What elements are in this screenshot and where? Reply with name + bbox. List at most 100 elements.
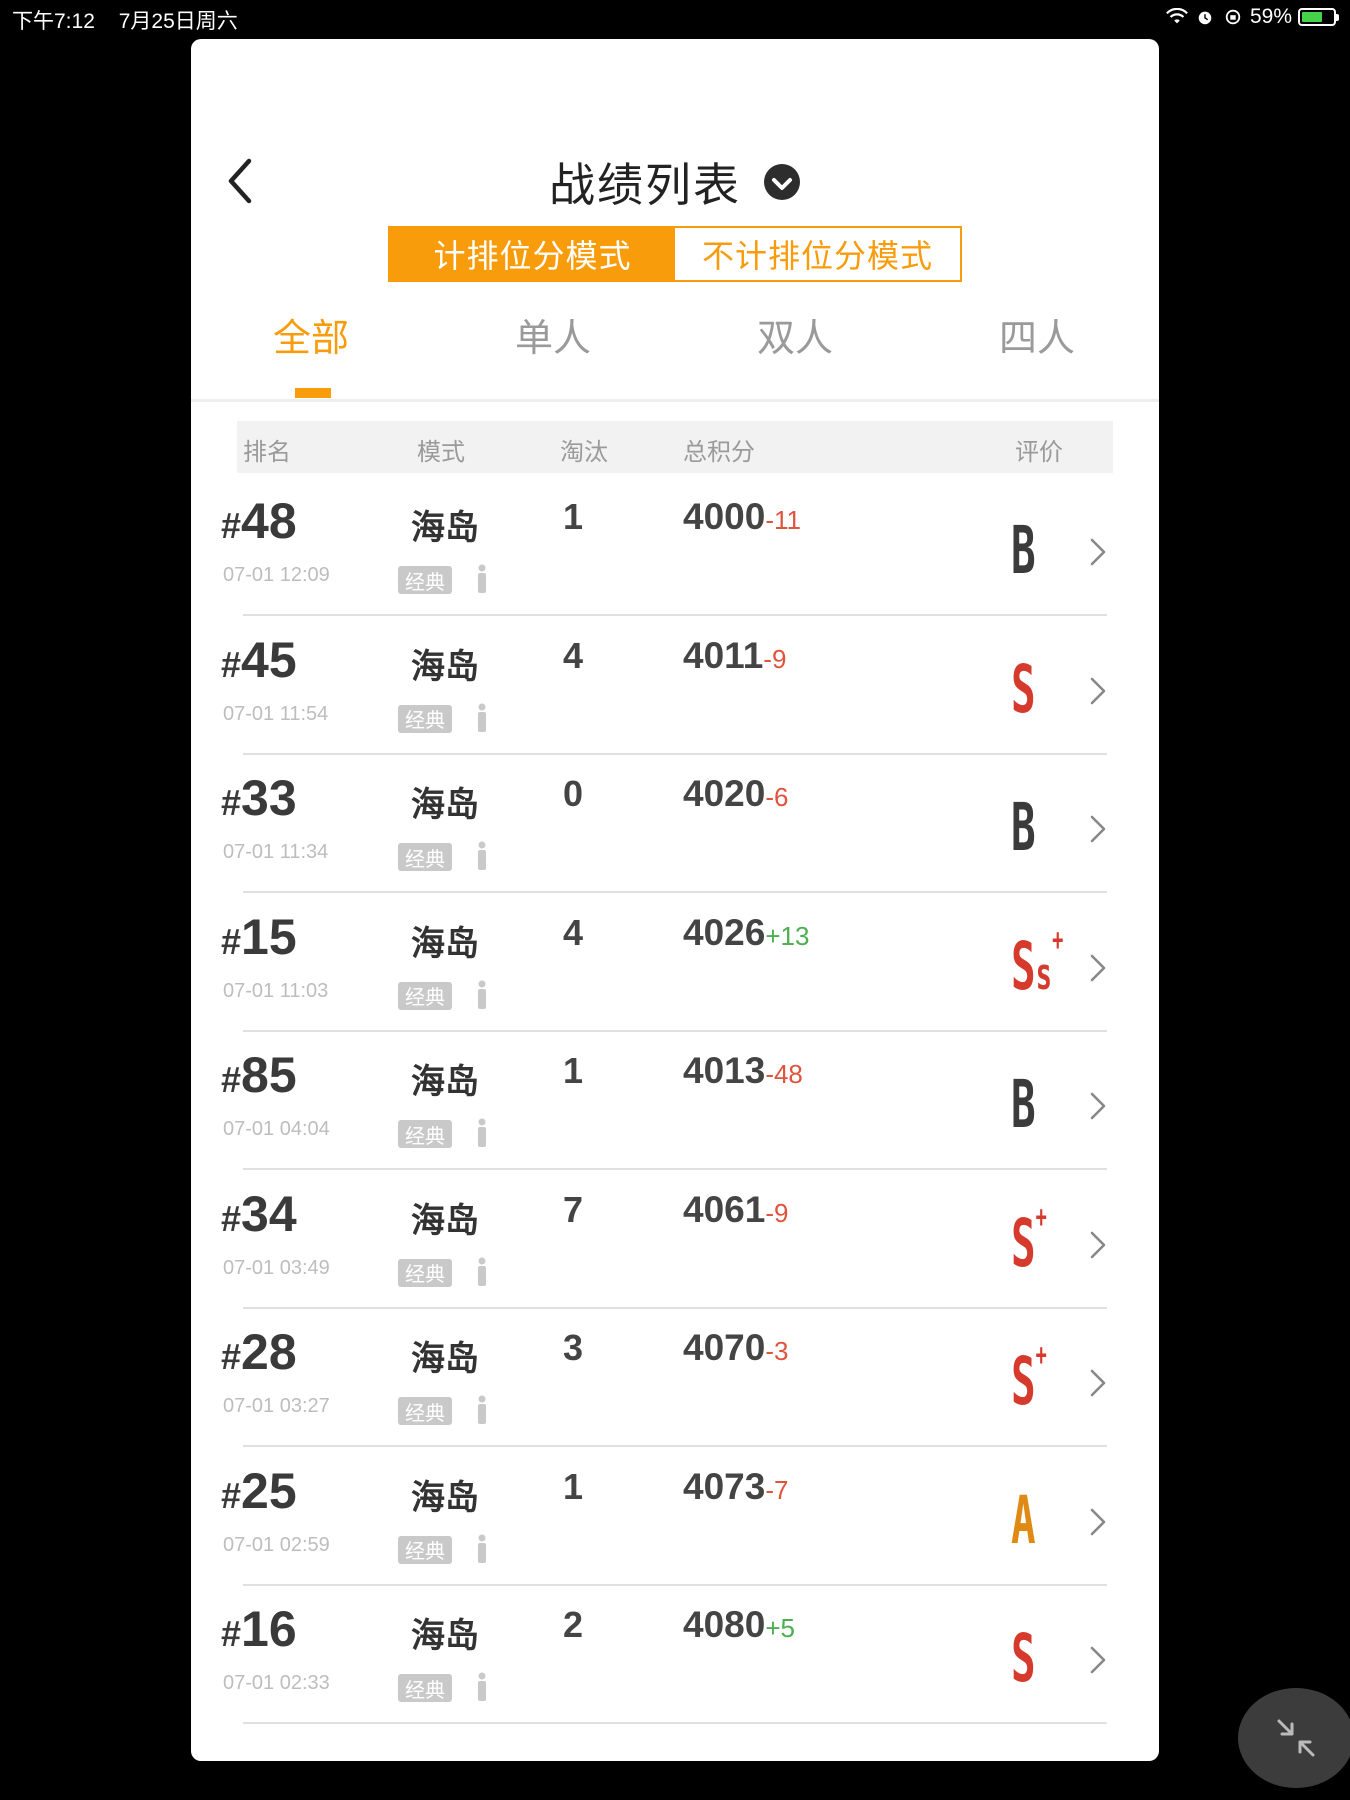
solo-person-icon <box>478 1118 486 1147</box>
match-row[interactable]: #16 07-01 02:33 海岛 经典 2 4080+5 S <box>191 1586 1159 1724</box>
grade-badge: B <box>1011 1072 1036 1138</box>
match-row[interactable]: #33 07-01 11:34 海岛 经典 0 4020-6 B <box>191 755 1159 893</box>
grade-plus: + <box>1035 1199 1047 1235</box>
chevron-right-icon[interactable] <box>1089 675 1107 707</box>
rotation-lock-icon <box>1225 9 1241 25</box>
score-delta: -6 <box>765 782 789 812</box>
score-value: 4026+13 <box>683 911 810 953</box>
rank-value: #15 <box>221 908 297 965</box>
match-row[interactable]: #28 07-01 03:27 海岛 经典 3 4070-3 S+ <box>191 1309 1159 1447</box>
match-time: 07-01 04:04 <box>223 1118 330 1140</box>
alarm-icon <box>1198 11 1212 25</box>
solo-person-icon <box>478 1534 486 1563</box>
column-header-mode: 模式 <box>417 439 465 466</box>
tabs-divider <box>191 399 1159 402</box>
map-name: 海岛 <box>411 1201 479 1240</box>
solo-person-icon <box>478 564 486 593</box>
match-row[interactable]: #34 07-01 03:49 海岛 经典 7 4061-9 S+ <box>191 1171 1159 1309</box>
grade-badge: A <box>1011 1487 1036 1554</box>
map-name: 海岛 <box>411 924 479 963</box>
grade-letter: A <box>1011 1481 1036 1559</box>
solo-person-icon <box>478 980 486 1009</box>
mode-toggle: 计排位分模式 不计排位分模式 <box>388 226 962 282</box>
match-row[interactable]: #15 07-01 11:03 海岛 经典 4 4026+13 Ss+ <box>191 894 1159 1032</box>
map-name: 海岛 <box>411 1478 479 1517</box>
map-name: 海岛 <box>411 509 479 547</box>
kills-value: 4 <box>562 634 584 676</box>
rank-value: #34 <box>221 1185 297 1242</box>
grade-letter: S <box>1011 1620 1036 1697</box>
mode-tag: 经典 <box>398 1674 452 1702</box>
match-row[interactable]: #85 07-01 04:04 海岛 经典 1 4013-48 B <box>191 1032 1159 1170</box>
grade-badge: S <box>1011 656 1036 723</box>
chevron-right-icon[interactable] <box>1089 536 1107 568</box>
grade-badge: S+ <box>1011 1202 1047 1277</box>
solo-person-icon <box>478 1257 486 1286</box>
tab-squad[interactable]: 四人 <box>999 307 1075 362</box>
score-delta: +13 <box>765 920 810 951</box>
chevron-right-icon[interactable] <box>1089 1090 1107 1122</box>
row-divider <box>243 1722 1107 1724</box>
grade-badge: S+ <box>1011 1341 1047 1415</box>
grade-badge: B <box>1011 795 1036 861</box>
mode-ranked-option[interactable]: 计排位分模式 <box>390 228 675 280</box>
grade-letter: S <box>1011 650 1036 728</box>
kills-value: 1 <box>562 1465 584 1507</box>
solo-person-icon <box>478 1395 486 1424</box>
match-row[interactable]: #45 07-01 11:54 海岛 经典 4 4011-9 S <box>191 617 1159 755</box>
grade-plus: + <box>1052 922 1064 958</box>
column-header-rating: 评价 <box>1015 439 1063 466</box>
chevron-right-icon[interactable] <box>1089 1229 1107 1261</box>
collapse-button[interactable] <box>1238 1688 1350 1788</box>
kills-value: 2 <box>562 1604 584 1645</box>
grade-sub-letter: s <box>1035 948 1053 1000</box>
chevron-right-icon[interactable] <box>1089 952 1107 984</box>
match-row[interactable]: #48 07-01 12:09 海岛 经典 1 4000-11 B <box>191 478 1159 616</box>
mode-tag: 经典 <box>398 981 452 1010</box>
battery-icon <box>1298 8 1339 26</box>
mode-tag: 经典 <box>398 843 452 871</box>
tab-solo[interactable]: 单人 <box>515 307 591 362</box>
match-row[interactable]: #25 07-01 02:59 海岛 经典 1 4073-7 A <box>191 1448 1159 1586</box>
mode-tag: 经典 <box>398 1258 452 1287</box>
score-delta: -9 <box>765 1197 789 1228</box>
map-name: 海岛 <box>411 647 479 686</box>
match-time: 07-01 11:34 <box>223 841 329 863</box>
page-title: 战绩列表 <box>549 159 741 211</box>
table-header: 排名 模式 淘汰 总积分 评价 <box>237 421 1113 473</box>
score-value: 4011-9 <box>683 634 787 676</box>
score-value: 4070-3 <box>683 1327 789 1368</box>
map-name: 海岛 <box>411 1617 479 1655</box>
mode-tag: 经典 <box>398 704 452 733</box>
grade-badge: B <box>1011 518 1036 584</box>
team-tabs: 全部 单人 双人 四人 <box>191 307 1159 397</box>
match-time: 07-01 03:49 <box>223 1256 330 1279</box>
mode-tag: 经典 <box>398 1120 452 1148</box>
rank-value: #25 <box>221 1462 297 1519</box>
chevron-right-icon[interactable] <box>1089 1506 1107 1538</box>
dropdown-check-icon[interactable] <box>763 163 801 201</box>
tab-duo[interactable]: 双人 <box>757 307 833 362</box>
tab-indicator <box>295 388 331 398</box>
match-time: 07-01 02:33 <box>223 1672 330 1694</box>
mode-unranked-option[interactable]: 不计排位分模式 <box>675 228 960 280</box>
match-time: 07-01 11:03 <box>223 979 329 1002</box>
match-time: 07-01 02:59 <box>223 1533 330 1556</box>
rank-value: #48 <box>221 493 297 549</box>
chevron-right-icon[interactable] <box>1089 1367 1107 1399</box>
kills-value: 1 <box>562 1050 584 1091</box>
column-header-rank: 排名 <box>243 439 291 466</box>
chevron-right-icon[interactable] <box>1089 1644 1107 1676</box>
grade-badge: Ss+ <box>1011 925 1063 1000</box>
match-time: 07-01 12:09 <box>223 564 330 586</box>
score-delta: -3 <box>765 1336 789 1366</box>
kills-value: 3 <box>562 1327 584 1368</box>
column-header-score: 总积分 <box>683 439 755 466</box>
score-value: 4020-6 <box>683 773 789 814</box>
tab-all[interactable]: 全部 <box>273 307 349 362</box>
score-value: 4013-48 <box>683 1050 803 1091</box>
grade-letter: S <box>1011 1204 1036 1282</box>
rank-value: #85 <box>221 1047 297 1103</box>
chevron-right-icon[interactable] <box>1089 813 1107 845</box>
score-delta: -48 <box>765 1059 803 1089</box>
